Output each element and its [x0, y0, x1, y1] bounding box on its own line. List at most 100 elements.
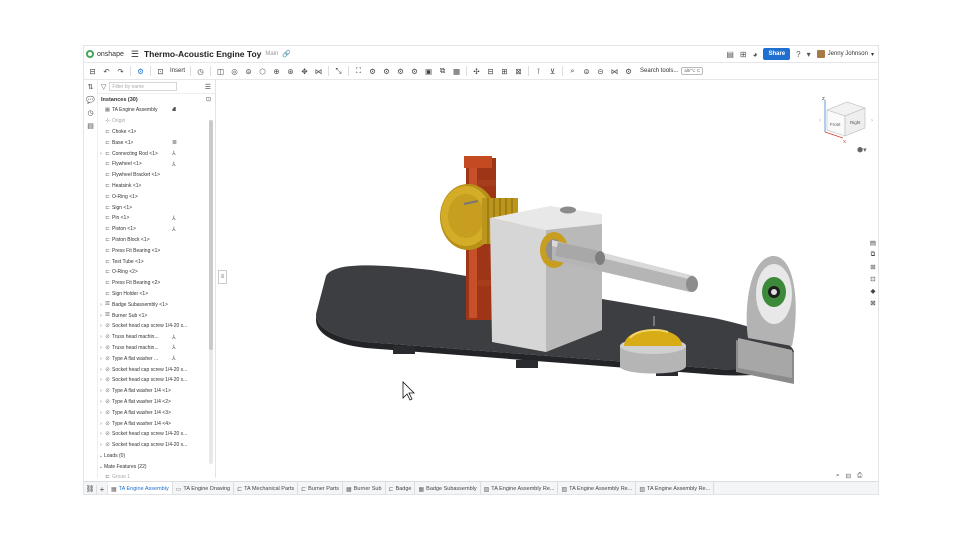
tree-row[interactable]: › ⊘ Type A flat washer 1/4 <1> — [98, 386, 215, 397]
tree-row[interactable]: › ⊘ Truss head machin... ⅄ — [98, 343, 215, 354]
pattern-icon[interactable]: ▦ — [450, 65, 463, 78]
document-tab[interactable]: ▨ TA Engine Assembly Re... — [636, 481, 715, 494]
simulation-icon[interactable]: ⋈ — [608, 65, 621, 78]
list-view-icon[interactable]: ☰ — [205, 83, 211, 91]
scrollbar-thumb[interactable] — [209, 120, 213, 350]
undo-icon[interactable]: ↶ — [100, 65, 113, 78]
appearance-panel-icon[interactable]: ▤ — [868, 239, 878, 247]
tree-row[interactable]: ⊏ Choke <1> — [98, 127, 215, 138]
piston-block[interactable] — [490, 206, 602, 352]
zoom-icon[interactable]: ⌕ — [836, 472, 840, 480]
tree-row[interactable]: › ⊘ Socket head cap screw 1/4-20 x... — [98, 321, 215, 332]
tree-row[interactable]: › ⊘ Type A flat washer 1/4 <3> — [98, 407, 215, 418]
comment-icon[interactable]: 💬 — [86, 96, 95, 104]
link-icon[interactable]: 🔗 — [282, 50, 291, 58]
magnifier-icon[interactable]: ⌕ — [566, 65, 579, 78]
tab-manager-icon[interactable]: ⛓ — [84, 485, 96, 493]
tree-row[interactable]: ⊏ O-Ring <2> — [98, 267, 215, 278]
tree-row[interactable]: ⊏ Press Fit Bearing <1> — [98, 245, 215, 256]
notes-icon[interactable]: ▤ — [726, 50, 734, 59]
tree-row[interactable]: ⊏ Sign Holder <1> — [98, 289, 215, 300]
tree-row[interactable]: ⊏ Sign <1> — [98, 202, 215, 213]
ball-mate-icon[interactable]: ✥ — [298, 65, 311, 78]
tree-row[interactable]: › ⊘ Socket head cap screw 1/4-20 x... — [98, 440, 215, 451]
configuration-panel-icon[interactable]: ⧉ — [868, 251, 878, 259]
mass-properties-icon[interactable]: ⊻ — [546, 65, 559, 78]
properties-panel-icon[interactable]: ⊡ — [868, 275, 878, 283]
tree-row[interactable]: ⊏ Base <1> ≣ — [98, 137, 215, 148]
view-cube-graphic[interactable]: Front Right Z X ‹ › ⬢▾ — [817, 94, 877, 154]
view-cube[interactable]: Front Right Z X ‹ › ⬢▾ — [817, 94, 877, 159]
rotate-right-icon[interactable]: › — [871, 118, 873, 124]
tree-row[interactable]: › ⊘ Truss head machin... ⅄ — [98, 332, 215, 343]
tree-row[interactable]: ⌄ Mate Features (22) — [98, 461, 215, 472]
pin-slot-mate-icon[interactable]: ⊛ — [284, 65, 297, 78]
search-tools[interactable]: Search tools... alt/⌥ C — [640, 67, 704, 75]
tree-row[interactable]: ⊏ Heatsink <1> — [98, 181, 215, 192]
document-tab[interactable]: ▨ TA Engine Assembly Re... — [558, 481, 637, 494]
parallel-mate-icon[interactable]: ⋈ — [312, 65, 325, 78]
screw-relation-icon[interactable]: ⚙ — [394, 65, 407, 78]
render-panel-icon[interactable]: ◆ — [868, 287, 878, 295]
document-tab[interactable]: ▭ TA Engine Drawing — [173, 481, 235, 494]
measure-icon[interactable]: ⊺ — [532, 65, 545, 78]
graphics-viewport[interactable]: ≡ — [216, 80, 878, 478]
collapse-panel-icon[interactable]: ⊡ — [206, 96, 211, 103]
insert-icon[interactable]: ⊡ — [154, 65, 167, 78]
sign-holder[interactable] — [736, 255, 796, 384]
user-menu[interactable]: Jenny Johnson ▾ — [816, 50, 874, 58]
share-button[interactable]: Share — [763, 48, 791, 60]
rack-pinion-icon[interactable]: ⚙ — [380, 65, 393, 78]
help-icon[interactable]: ? — [796, 50, 800, 59]
settings-icon[interactable]: ⚙ — [622, 65, 635, 78]
mate-connector-icon[interactable]: ▣ — [422, 65, 435, 78]
mate-icon[interactable]: ⇅ — [88, 83, 94, 91]
tree-row[interactable]: › ⊘ Socket head cap screw 1/4-20 x... — [98, 375, 215, 386]
panel-toggle-tab[interactable]: ≡ — [218, 270, 227, 284]
fit-icon[interactable]: ⊟ — [846, 472, 851, 480]
linear-relation-icon[interactable]: ⚙ — [408, 65, 421, 78]
bom-panel-icon[interactable]: ⊞ — [868, 263, 878, 271]
bom-icon[interactable]: ▤ — [87, 122, 94, 130]
render-icon[interactable]: ⊝ — [594, 65, 607, 78]
versions-icon[interactable]: ⊞ — [740, 50, 747, 59]
replicate-icon[interactable]: ⧉ — [436, 65, 449, 78]
filter-icon[interactable]: ▽ — [101, 83, 106, 91]
tree-row[interactable]: ▦ TA Engine Assembly ⛘ — [98, 105, 215, 116]
display-states-icon[interactable]: ⊞ — [498, 65, 511, 78]
tree-row[interactable]: ⌄ Loads (0) — [98, 451, 215, 462]
rotate-left-icon[interactable]: ‹ — [819, 118, 821, 124]
document-tab[interactable]: ▦ TA Engine Assembly — [108, 481, 173, 494]
view-options-icon[interactable]: ⬢▾ — [857, 146, 867, 154]
tree-row[interactable]: ⊏ Test Tube <1> — [98, 256, 215, 267]
tree-row[interactable]: ⊏ O-Ring <1> — [98, 191, 215, 202]
insert-button[interactable]: Insert — [168, 68, 187, 74]
document-tab[interactable]: ▦ Burner Sub — [343, 481, 386, 494]
filter-input[interactable]: Filter by name — [109, 82, 178, 91]
document-tab[interactable]: ▨ TA Engine Assembly Re... — [481, 481, 559, 494]
chevron-down-icon[interactable]: ▾ — [807, 50, 811, 59]
features-icon[interactable]: ⊟ — [86, 65, 99, 78]
view-icon[interactable]: ⊜ — [580, 65, 593, 78]
redo-icon[interactable]: ↷ — [114, 65, 127, 78]
tree-row[interactable]: ⊏ Pin <1> ⅄ — [98, 213, 215, 224]
tree-row[interactable]: ⊏ Group 1 — [98, 472, 215, 478]
tree-row[interactable]: › ⊘ Socket head cap screw 1/4-20 x... — [98, 364, 215, 375]
tree-row[interactable]: › ⊘ Type A flat washer 1/4 <2> — [98, 397, 215, 408]
document-title[interactable]: Thermo-Acoustic Engine Toy — [144, 49, 261, 59]
onshape-logo[interactable]: onshape — [86, 50, 124, 58]
explode-icon[interactable]: ✣ — [470, 65, 483, 78]
add-tab-button[interactable]: + — [96, 484, 108, 494]
planar-mate-icon[interactable]: ⬡ — [256, 65, 269, 78]
tree-row[interactable]: › ⊘ Type A flat washer 1/4 <4> — [98, 418, 215, 429]
group-icon[interactable]: ⛶ — [352, 65, 365, 78]
revolute-mate-icon[interactable]: ◎ — [228, 65, 241, 78]
tree-row[interactable]: ⊏ Press Fit Bearing <2> — [98, 278, 215, 289]
tree-row[interactable]: › ⊘ Socket head cap screw 1/4-20 x... — [98, 429, 215, 440]
clock-icon[interactable]: ◷ — [194, 65, 207, 78]
tree-row[interactable]: › ⊏ Connecting Rod <1> ⅄ — [98, 148, 215, 159]
tree-row[interactable]: ⊹ Origin — [98, 116, 215, 127]
print-icon[interactable]: ⎙ — [857, 472, 862, 480]
cylindrical-mate-icon[interactable]: ⊕ — [270, 65, 283, 78]
tree-row[interactable]: › ⛝ Burner Sub <1> — [98, 310, 215, 321]
